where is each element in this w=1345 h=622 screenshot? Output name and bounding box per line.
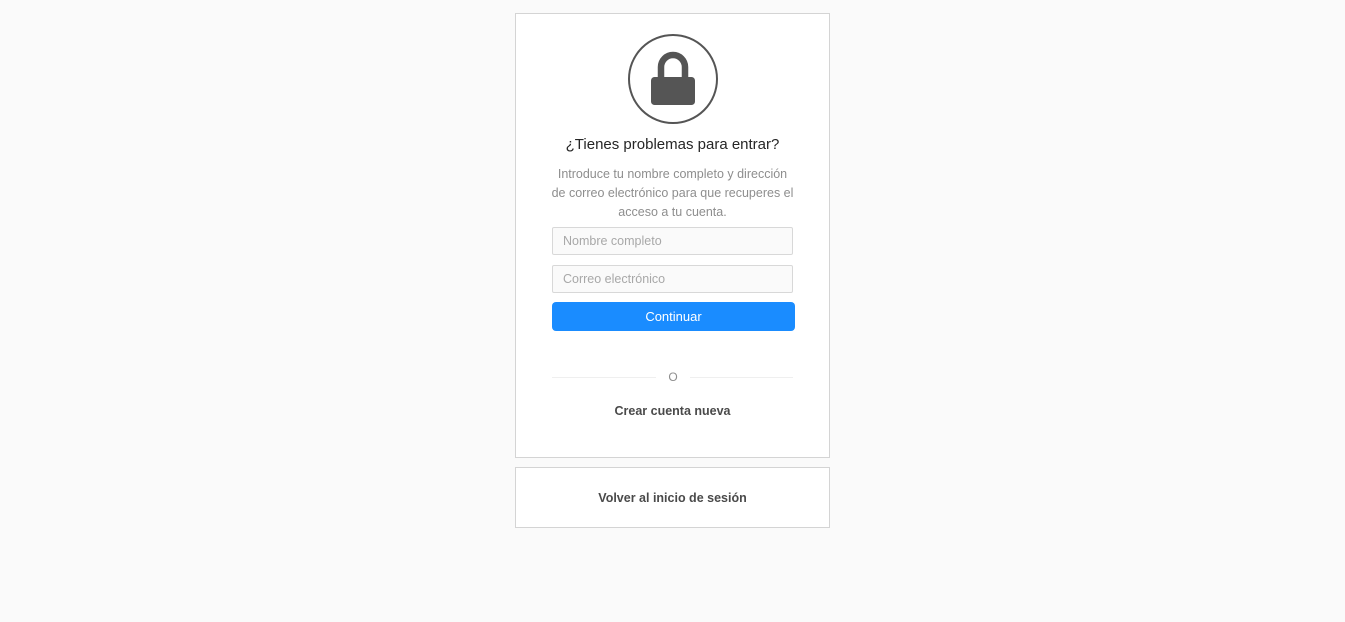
continue-button[interactable]: Continuar: [552, 302, 795, 331]
reset-card: ¿Tienes problemas para entrar? Introduce…: [515, 13, 830, 458]
fullname-input[interactable]: [552, 227, 793, 255]
back-to-login-link[interactable]: Volver al inicio de sesión: [516, 491, 829, 505]
divider-line-right: [690, 377, 793, 378]
back-to-login-card: Volver al inicio de sesión: [515, 467, 830, 528]
lock-icon: [628, 34, 718, 124]
divider-text: O: [668, 370, 678, 384]
page-title: ¿Tienes problemas para entrar?: [565, 136, 780, 153]
create-account-link[interactable]: Crear cuenta nueva: [516, 404, 829, 418]
divider-line-left: [552, 377, 656, 378]
description-text: Introduce tu nombre completo y dirección…: [551, 167, 794, 219]
email-input[interactable]: [552, 265, 793, 293]
